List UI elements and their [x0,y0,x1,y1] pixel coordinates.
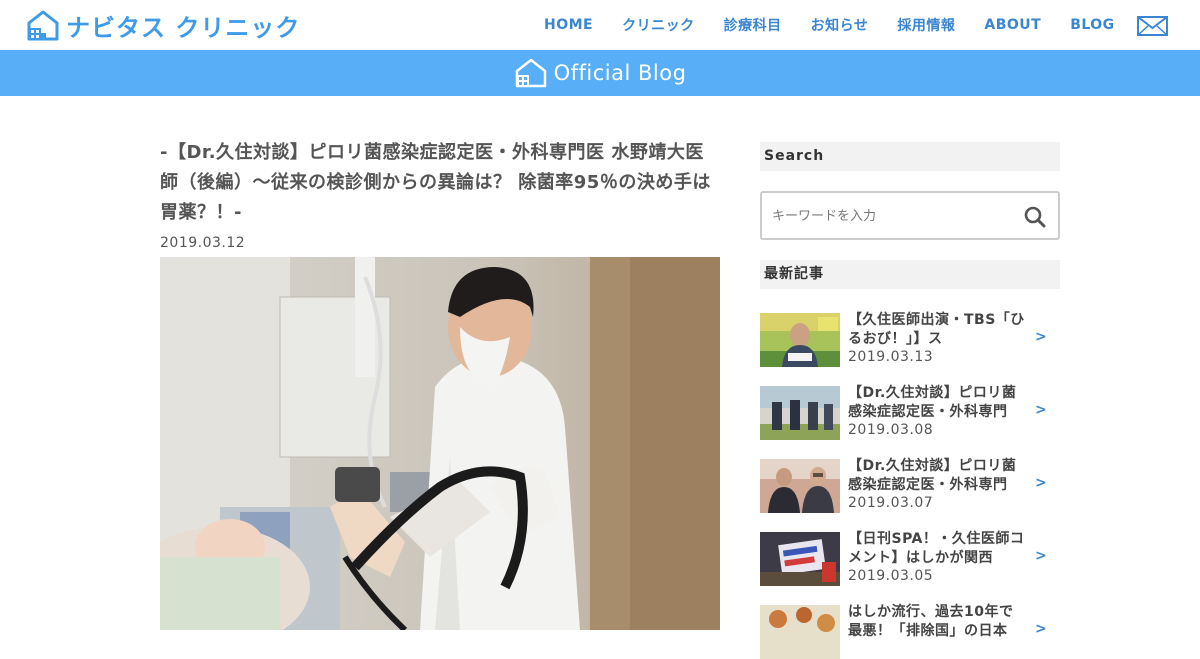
post-thumbnail [760,605,840,659]
article-date: 2019.03.12 [160,235,246,251]
post-title: 【久住医師出演・TBS「ひるおび！」】ス [848,312,1025,347]
chevron-right-icon: > [1035,402,1047,418]
nav-about[interactable]: ABOUT [984,17,1041,33]
recent-post-item[interactable]: 【日刊SPA！・久住医師コメント】はしかが関西 2019.03.05 > [760,530,1060,586]
main-nav: HOME クリニック 診療科目 お知らせ 採用情報 ABOUT BLOG [544,0,1115,50]
nav-clinic[interactable]: クリニック [622,15,695,35]
post-thumbnail [760,532,840,586]
chevron-right-icon: > [1035,621,1047,637]
nav-recruit[interactable]: 採用情報 [897,15,955,35]
recent-post-item[interactable]: はしか流行、過去10年で最悪！「排除国」の日本 > [760,603,1060,659]
post-thumbnail [760,386,840,440]
post-title: はしか流行、過去10年で最悪！「排除国」の日本 [848,604,1014,639]
article-hero-image [160,257,720,630]
chevron-right-icon: > [1035,475,1047,491]
post-date: 2019.03.05 [848,568,934,584]
post-date: 2019.03.07 [848,495,934,511]
site-logo[interactable]: ナビタス クリニック [26,9,301,42]
chevron-right-icon: > [1035,548,1047,564]
site-header: ナビタス クリニック HOME クリニック 診療科目 お知らせ 採用情報 ABO… [0,0,1200,50]
nav-blog[interactable]: BLOG [1070,17,1115,33]
search-box [760,191,1060,240]
house-blog-icon [515,58,546,88]
article-title: -【Dr.久住対談】ピロリ菌感染症認定医・外科専門医 水野靖大医師（後編）～従来… [160,142,711,223]
recent-posts-title: 最新記事 [760,260,1060,289]
envelope-icon[interactable] [1137,16,1168,36]
article-header: -【Dr.久住対談】ピロリ菌感染症認定医・外科専門医 水野靖大医師（後編）～従来… [160,138,720,251]
nav-news[interactable]: お知らせ [811,15,869,35]
search-icon[interactable] [1024,206,1046,228]
blog-banner-title: Official Blog [553,61,687,85]
recent-post-item[interactable]: 【久住医師出演・TBS「ひるおび！」】ス 2019.03.13 > [760,311,1060,367]
sidebar: Search 最新記事 【久住医師出演・TBS「ひるおび！」】ス 2019.03… [760,142,1060,659]
logo-text: ナビタス クリニック [66,13,301,42]
post-thumbnail [760,459,840,513]
nav-home[interactable]: HOME [544,17,593,33]
post-date: 2019.03.08 [848,422,934,438]
blog-banner: Official Blog [0,50,1200,96]
house-logo-icon [27,10,59,41]
post-date: 2019.03.13 [848,349,934,365]
chevron-right-icon: > [1035,329,1047,345]
search-widget-title: Search [760,142,1060,171]
post-title: 【日刊SPA！・久住医師コメント】はしかが関西 [848,531,1025,566]
recent-post-item[interactable]: 【Dr.久住対談】ピロリ菌感染症認定医・外科専門 2019.03.08 > [760,384,1060,440]
recent-post-item[interactable]: 【Dr.久住対談】ピロリ菌感染症認定医・外科専門 2019.03.07 > [760,457,1060,513]
post-title: 【Dr.久住対談】ピロリ菌感染症認定医・外科専門 [848,458,1017,493]
post-thumbnail [760,313,840,367]
search-input[interactable] [772,205,1012,227]
post-title: 【Dr.久住対談】ピロリ菌感染症認定医・外科専門 [848,385,1017,420]
nav-departments[interactable]: 診療科目 [724,15,782,35]
